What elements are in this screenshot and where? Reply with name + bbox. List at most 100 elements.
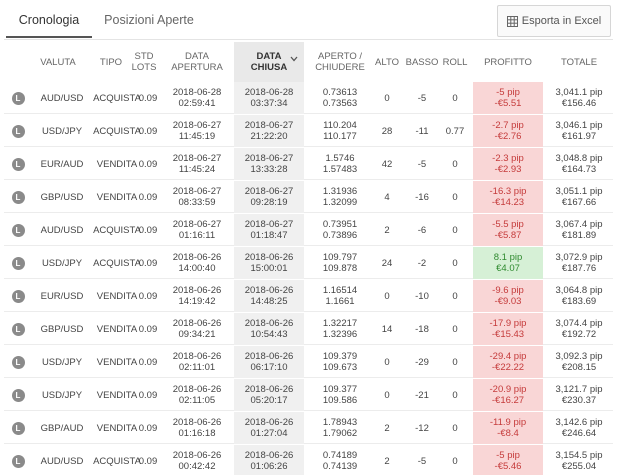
col-data-chiusa[interactable]: DATA CHIUSA xyxy=(234,42,304,82)
close-time: 10:54:43 xyxy=(250,329,288,340)
close-date-cell: 2018-06-27 01:18:47 xyxy=(234,214,304,246)
profit-eur: -€5.51 xyxy=(494,98,522,109)
l-badge-icon: L xyxy=(11,223,25,237)
open-price: 0.74189 xyxy=(322,450,358,461)
price-cell: 0.74189 0.74139 xyxy=(310,445,370,475)
valuta-cell: USD/JPY xyxy=(41,257,83,269)
total-eur: €164.73 xyxy=(561,164,597,175)
profit-cell: -29.4 pip -€22.22 xyxy=(473,346,543,378)
col-data-chiusa-line1: DATA xyxy=(256,51,282,62)
profit-cell: -20.9 pip -€16.27 xyxy=(473,379,543,411)
price-cell: 109.379 109.673 xyxy=(310,346,370,378)
close-price: 1.79062 xyxy=(322,428,358,439)
profit-eur: -€16.27 xyxy=(491,395,525,406)
basso-cell: -21 xyxy=(415,389,429,401)
close-date-cell: 2018-06-27 13:33:28 xyxy=(234,148,304,180)
profit-eur: -€2.93 xyxy=(494,164,522,175)
profit-pip: -17.9 pip xyxy=(489,318,527,329)
price-cell: 0.73613 0.73563 xyxy=(310,82,370,114)
close-date: 2018-06-27 xyxy=(244,153,294,164)
col-totale[interactable]: TOTALE xyxy=(548,42,610,82)
profit-eur: -€14.23 xyxy=(491,197,525,208)
open-time: 11:45:24 xyxy=(178,164,216,175)
open-time: 08:33:59 xyxy=(178,197,216,208)
account-icon-cell: L xyxy=(11,346,25,378)
close-price: 1.32099 xyxy=(322,197,358,208)
open-date: 2018-06-27 xyxy=(172,120,222,131)
col-profitto[interactable]: PROFITTO xyxy=(473,42,543,82)
close-price: 0.73563 xyxy=(322,98,358,109)
col-roll[interactable]: ROLL xyxy=(440,42,470,82)
total-pip: 3,074.4 pip xyxy=(555,318,603,329)
open-time: 02:11:01 xyxy=(178,362,216,373)
close-price: 0.73896 xyxy=(322,230,358,241)
l-badge-icon: L xyxy=(11,157,25,171)
table-row[interactable]: L EUR/USD VENDITA 0.09 2018-06-26 14:19:… xyxy=(4,280,613,312)
roll-cell: 0 xyxy=(452,323,458,335)
basso-cell: -10 xyxy=(415,290,429,302)
profit-cell: -5 pip -€5.46 xyxy=(473,445,543,475)
price-cell: 1.78943 1.79062 xyxy=(310,412,370,444)
open-date-cell: 2018-06-27 11:45:19 xyxy=(166,115,228,147)
col-data-apertura-line1: DATA xyxy=(185,51,209,62)
export-excel-button[interactable]: Esporta in Excel xyxy=(497,5,611,37)
valuta-cell: GBP/USD xyxy=(40,191,84,203)
basso-cell: -16 xyxy=(415,191,429,203)
close-time: 14:48:25 xyxy=(250,296,288,307)
col-data-apertura[interactable]: DATA APERTURA xyxy=(166,42,228,82)
roll-cell: 0 xyxy=(452,158,458,170)
profit-cell: -9.6 pip -€9.03 xyxy=(473,280,543,312)
alto-cell: 2 xyxy=(384,422,390,434)
lots-cell: 0.09 xyxy=(138,224,158,236)
alto-cell: 24 xyxy=(381,257,393,269)
roll-cell: 0 xyxy=(452,191,458,203)
table-row[interactable]: L USD/JPY ACQUISTA 0.09 2018-06-27 11:45… xyxy=(4,115,613,147)
col-aperto-chiudere[interactable]: APERTO / CHIUDERE xyxy=(310,42,370,82)
tipo-cell: VENDITA xyxy=(96,356,138,368)
table-row[interactable]: L USD/JPY VENDITA 0.09 2018-06-26 02:11:… xyxy=(4,379,613,411)
profit-cell: -11.9 pip -€8.4 xyxy=(473,412,543,444)
col-alto[interactable]: ALTO xyxy=(372,42,402,82)
tab-posizioni-aperte[interactable]: Posizioni Aperte xyxy=(100,0,198,38)
table-row[interactable]: L AUD/USD ACQUISTA 0.09 2018-06-27 01:16… xyxy=(4,214,613,246)
total-pip: 3,072.9 pip xyxy=(555,252,603,263)
table-row[interactable]: L EUR/AUD VENDITA 0.09 2018-06-27 11:45:… xyxy=(4,148,613,180)
total-cell: 3,154.5 pip €255.04 xyxy=(548,445,610,475)
table-row[interactable]: L GBP/USD VENDITA 0.09 2018-06-27 08:33:… xyxy=(4,181,613,213)
col-valuta[interactable]: VALUTA xyxy=(33,42,83,82)
account-icon-cell: L xyxy=(11,247,25,279)
col-std-lots[interactable]: STD LOTS xyxy=(128,42,160,82)
col-data-apertura-line2: APERTURA xyxy=(171,62,223,73)
open-date-cell: 2018-06-26 02:11:05 xyxy=(166,379,228,411)
profit-pip: -2.3 pip xyxy=(492,153,524,164)
table-row[interactable]: L AUD/USD ACQUISTA 0.09 2018-06-26 00:42… xyxy=(4,445,613,475)
total-eur: €230.37 xyxy=(561,395,597,406)
tab-cronologia[interactable]: Cronologia xyxy=(6,0,92,38)
table-row[interactable]: L GBP/AUD VENDITA 0.09 2018-06-26 01:16:… xyxy=(4,412,613,444)
total-eur: €187.76 xyxy=(561,263,597,274)
open-date-cell: 2018-06-26 00:42:42 xyxy=(166,445,228,475)
open-date: 2018-06-26 xyxy=(172,351,222,362)
account-icon-cell: L xyxy=(11,181,25,213)
table-row[interactable]: L USD/JPY VENDITA 0.09 2018-06-26 02:11:… xyxy=(4,346,613,378)
table-row[interactable]: L GBP/USD VENDITA 0.09 2018-06-26 09:34:… xyxy=(4,313,613,345)
col-tipo[interactable]: TIPO xyxy=(96,42,126,82)
col-basso[interactable]: BASSO xyxy=(405,42,439,82)
close-time: 06:17:10 xyxy=(250,362,288,373)
alto-cell: 0 xyxy=(384,290,390,302)
table-row[interactable]: L AUD/USD ACQUISTA 0.09 2018-06-28 02:59… xyxy=(4,82,613,114)
table-row[interactable]: L USD/JPY ACQUISTA 0.09 2018-06-26 14:00… xyxy=(4,247,613,279)
col-data-chiusa-line2: CHIUSA xyxy=(250,62,288,73)
lots-cell: 0.09 xyxy=(138,191,158,203)
profit-pip: -5 pip xyxy=(496,450,520,461)
tipo-cell: VENDITA xyxy=(96,290,138,302)
total-cell: 3,072.9 pip €187.76 xyxy=(548,247,610,279)
close-date: 2018-06-26 xyxy=(244,252,294,263)
basso-cell: -5 xyxy=(417,455,427,467)
lots-cell: 0.09 xyxy=(138,455,158,467)
alto-cell: 2 xyxy=(384,455,390,467)
total-pip: 3,041.1 pip xyxy=(555,87,603,98)
valuta-cell: EUR/USD xyxy=(40,290,84,302)
roll-cell: 0 xyxy=(452,389,458,401)
close-price: 1.57483 xyxy=(322,164,358,175)
